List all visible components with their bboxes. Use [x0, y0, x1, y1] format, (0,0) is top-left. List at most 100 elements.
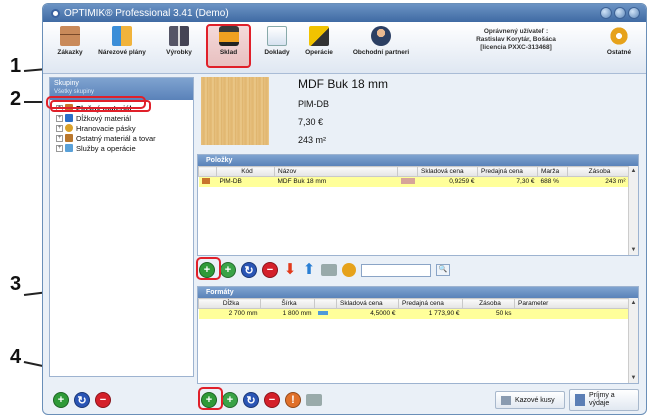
drill-icon [309, 26, 329, 46]
move-down-icon[interactable]: ⬇ [283, 262, 297, 278]
group-hranovacie-pasky[interactable]: + Hranovacie pásky [50, 123, 193, 133]
detail-price: 7,30 € [298, 117, 324, 127]
callout-2: 2 [10, 88, 22, 110]
callout-2-highlight [46, 96, 146, 109]
cabinet-icon [60, 26, 80, 46]
formaty-scrollbar[interactable]: ▲ ▼ [628, 298, 638, 383]
tb-ostatne[interactable]: Ostatné [599, 26, 639, 56]
col-skladova[interactable]: Skladová cena [417, 166, 478, 177]
edit-group-button[interactable]: ↻ [74, 392, 90, 408]
material-swatch [201, 77, 269, 145]
delete-format-button[interactable]: − [264, 392, 280, 408]
products-icon [169, 26, 189, 46]
callout-3-highlight [196, 257, 221, 280]
detail-stock: 243 m² [298, 135, 327, 145]
tb-narezove-plany[interactable]: Nárezové plány [91, 26, 153, 56]
main-toolbar: Zákazky Nárezové plány Výrobky Sklad Dok… [43, 22, 646, 74]
callout-3: 3 [10, 273, 22, 295]
tb-doklady[interactable]: Doklady [258, 26, 296, 56]
gears-icon [609, 26, 629, 46]
scroll-down-icon[interactable]: ▼ [629, 245, 638, 255]
col-sirka[interactable]: Šírka [260, 298, 315, 309]
color-swatch [397, 176, 418, 187]
col-zasoba[interactable]: Zásoba [567, 166, 629, 177]
search-input[interactable] [361, 263, 431, 277]
all-groups-checkbox[interactable]: Všetky skupiny [54, 89, 189, 95]
cutting-plan-icon [112, 26, 132, 46]
col-nazov[interactable]: Názov [274, 166, 398, 177]
move-up-icon[interactable]: ⬆ [302, 262, 316, 278]
title-bar: OPTIMIK® Professional 3.41 (Demo) [43, 4, 646, 22]
tb-sklad[interactable]: Sklad [208, 26, 249, 56]
close-icon[interactable] [628, 7, 640, 19]
partners-icon [371, 26, 391, 46]
forklift-icon [218, 26, 239, 46]
tb-obchodni-partneri[interactable]: Obchodní partneri [341, 26, 421, 56]
app-logo-icon [51, 8, 60, 18]
table-row[interactable]: 2 700 mm 1 800 mm 4,5000 € 1 773,90 € 50… [198, 308, 629, 319]
col-predajna[interactable]: Predajná cena [477, 166, 538, 177]
tb-vyrobky[interactable]: Výrobky [158, 26, 200, 56]
edit-item-button[interactable]: ↻ [241, 262, 257, 278]
detail-name: MDF Buk 18 mm [298, 77, 389, 91]
callout-1: 1 [10, 55, 22, 77]
table-row[interactable]: PlM-DB MDF Buk 18 mm 0,9259 € 7,30 € 688… [198, 176, 629, 187]
minimize-icon[interactable] [600, 7, 612, 19]
tb-zakazky[interactable]: Zákazky [51, 26, 89, 56]
services-icon [65, 144, 73, 152]
window-title: OPTIMIK® Professional 3.41 (Demo) [64, 7, 229, 19]
box-icon [65, 134, 73, 142]
polozky-panel: Položky Kód Názov Skladová cena Predajná… [197, 154, 639, 256]
col-marza[interactable]: Marža [537, 166, 568, 177]
polozky-actions: + + ↻ − ⬇ ⬆ 🔍 [199, 259, 450, 281]
polozky-scrollbar[interactable]: ▲ ▼ [628, 166, 638, 255]
expand-icon[interactable]: + [56, 134, 63, 142]
copy-format-button[interactable]: + [222, 392, 238, 408]
pencil-icon [65, 114, 73, 122]
delete-group-button[interactable]: − [95, 392, 111, 408]
scroll-up-icon[interactable]: ▲ [629, 166, 638, 176]
format-icon [314, 308, 337, 319]
window-controls [600, 7, 640, 19]
callout-4-highlight [198, 387, 223, 410]
col-f-predajna[interactable]: Predajná cena [398, 298, 463, 309]
col-kod[interactable]: Kód [216, 166, 275, 177]
maximize-icon[interactable] [614, 7, 626, 19]
formaty-table: Dĺžka Šírka Skladová cena Predajná cena … [198, 298, 629, 319]
group-ostatny-material[interactable]: + Ostatný materiál a tovar [50, 133, 193, 143]
expand-icon[interactable]: + [56, 124, 63, 132]
scroll-down-icon[interactable]: ▼ [629, 373, 638, 383]
prijmy-vydaje-button[interactable]: Príjmy a výdaje [569, 389, 639, 411]
formaty-header: Formáty [198, 287, 638, 298]
expand-icon[interactable]: + [56, 144, 63, 152]
print-icon[interactable] [306, 394, 322, 406]
groups-actions: + ↻ − [53, 389, 111, 411]
delete-all-formats-button[interactable]: ! [285, 392, 301, 408]
polozky-header: Položky [198, 155, 638, 166]
expand-icon[interactable]: + [56, 114, 63, 122]
add-group-button[interactable]: + [53, 392, 69, 408]
document-icon [267, 26, 287, 46]
board-icon [198, 176, 217, 187]
kazove-kusy-button[interactable]: Kazové kusy [495, 391, 565, 409]
delete-item-button[interactable]: − [262, 262, 278, 278]
tb-operacie[interactable]: Operácie [299, 26, 339, 56]
groups-panel: Skupiny Všetky skupiny + Plošný materiál… [49, 77, 194, 377]
edit-format-button[interactable]: ↻ [243, 392, 259, 408]
copy-item-button[interactable]: + [220, 262, 236, 278]
callout-4: 4 [10, 346, 22, 368]
col-f-zasoba[interactable]: Zásoba [462, 298, 515, 309]
search-icon[interactable]: 🔍 [436, 264, 450, 276]
formaty-panel: Formáty Dĺžka Šírka Skladová cena Predaj… [197, 286, 639, 384]
col-dlzka[interactable]: Dĺžka [198, 298, 261, 309]
col-parameter[interactable]: Parameter [514, 298, 629, 309]
detail-code: PlM-DB [298, 99, 329, 109]
tape-icon [65, 124, 73, 132]
col-f-skladova[interactable]: Skladová cena [336, 298, 399, 309]
group-sluzby-operacie[interactable]: + Služby a operácie [50, 143, 193, 153]
print-icon[interactable] [321, 264, 337, 276]
group-dlzkovy-material[interactable]: + Dĺžkový materiál [50, 113, 193, 123]
settings-icon[interactable] [342, 263, 356, 277]
scroll-up-icon[interactable]: ▲ [629, 298, 638, 308]
ledger-icon [575, 394, 585, 406]
